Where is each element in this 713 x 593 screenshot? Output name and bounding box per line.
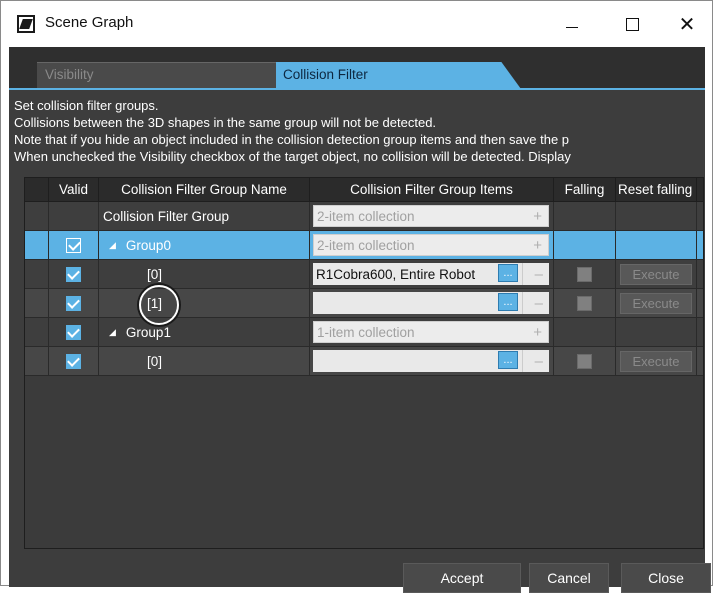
item-index: [0]	[147, 353, 163, 369]
tab-strip: Visibility Collision Filter	[9, 47, 705, 90]
items-value: 1-item collection	[317, 324, 415, 340]
falling-checkbox[interactable]	[577, 266, 592, 282]
close-window-button[interactable]: ✕	[664, 9, 710, 39]
group-name: Collision Filter Group	[103, 208, 230, 224]
dialog-footer: Accept Cancel Close	[9, 557, 711, 593]
item-index: [0]	[147, 266, 163, 282]
description-line: When unchecked the Visibility checkbox o…	[14, 149, 571, 164]
app-icon	[17, 15, 35, 33]
accept-button[interactable]: Accept	[403, 563, 521, 593]
group-name: Group0	[125, 237, 171, 253]
items-value: R1Cobra600, Entire Robot	[316, 266, 476, 282]
tab-collision-filter[interactable]: Collision Filter	[276, 62, 521, 89]
description-line: Collisions between the 3D shapes in the …	[14, 115, 437, 130]
grid-header: Valid Collision Filter Group Name Collis…	[25, 178, 703, 202]
browse-button[interactable]: ...	[498, 351, 518, 369]
dialog-body: Visibility Collision Filter Set collisio…	[9, 47, 711, 593]
falling-checkbox[interactable]	[577, 295, 592, 311]
items-field[interactable]: R1Cobra600, Entire Robot ... –	[313, 263, 549, 285]
header-valid[interactable]: Valid	[49, 178, 99, 201]
add-item-icon[interactable]: +	[533, 324, 542, 341]
valid-checkbox[interactable]	[66, 353, 81, 369]
scene-graph-window: Scene Graph ✕ Visibility Collision Filte…	[0, 0, 713, 593]
minimize-icon	[566, 26, 578, 28]
items-field[interactable]: 1-item collection +	[313, 321, 549, 343]
header-reset-falling[interactable]: Reset falling	[616, 178, 697, 201]
table-row[interactable]: Collision Filter Group 2-item collection…	[25, 202, 703, 231]
valid-checkbox[interactable]	[66, 266, 81, 282]
valid-checkbox[interactable]	[66, 324, 81, 340]
table-row[interactable]: ◢ Group1 1-item collection +	[25, 318, 703, 347]
highlight-callout	[139, 285, 179, 325]
tab-visibility-label: Visibility	[45, 67, 94, 82]
tab-visibility[interactable]: Visibility	[37, 62, 297, 89]
execute-button[interactable]: Execute	[620, 350, 692, 372]
maximize-button[interactable]	[609, 9, 655, 39]
tab-collision-filter-label: Collision Filter	[283, 67, 368, 82]
close-icon: ✕	[678, 12, 696, 36]
browse-button[interactable]: ...	[498, 293, 518, 311]
expand-triangle-icon[interactable]: ◢	[109, 240, 116, 251]
items-field[interactable]: 2-item collection +	[313, 234, 549, 256]
falling-checkbox[interactable]	[577, 353, 592, 369]
add-item-icon[interactable]: +	[533, 208, 542, 225]
header-group-items[interactable]: Collision Filter Group Items	[310, 178, 554, 201]
header-falling[interactable]: Falling	[554, 178, 616, 201]
window-title: Scene Graph	[45, 14, 134, 31]
header-row-selector	[25, 178, 49, 201]
table-row[interactable]: [1] ... – Execute	[25, 289, 703, 318]
execute-button[interactable]: Execute	[620, 292, 692, 314]
remove-item-icon[interactable]: –	[535, 266, 543, 283]
description-line: Note that if you hide an object included…	[14, 132, 570, 147]
add-item-icon[interactable]: +	[533, 237, 542, 254]
valid-checkbox[interactable]	[66, 237, 81, 253]
tab-underline	[9, 88, 705, 90]
browse-button[interactable]: ...	[498, 264, 518, 282]
group-name: Group1	[125, 324, 171, 340]
title-bar[interactable]: Scene Graph ✕	[1, 1, 712, 47]
items-field[interactable]: 2-item collection +	[313, 205, 549, 227]
items-value: 2-item collection	[317, 208, 415, 224]
maximize-icon	[625, 17, 639, 31]
collision-filter-grid: Valid Collision Filter Group Name Collis…	[24, 177, 704, 549]
items-field[interactable]: ... –	[313, 292, 549, 314]
remove-item-icon[interactable]: –	[535, 353, 543, 370]
header-group-name[interactable]: Collision Filter Group Name	[99, 178, 310, 201]
expand-triangle-icon[interactable]: ◢	[109, 327, 116, 338]
table-row[interactable]: ◢ Group0 2-item collection +	[25, 231, 703, 260]
table-row[interactable]: [0] R1Cobra600, Entire Robot ... – Execu…	[25, 260, 703, 289]
remove-item-icon[interactable]: –	[535, 295, 543, 312]
valid-checkbox[interactable]	[66, 295, 81, 311]
items-value: 2-item collection	[317, 237, 415, 253]
table-row[interactable]: [0] ... – Execute	[25, 347, 703, 376]
description-line: Set collision filter groups.	[14, 98, 159, 113]
minimize-button[interactable]	[549, 9, 595, 39]
cancel-button[interactable]: Cancel	[529, 563, 609, 593]
execute-button[interactable]: Execute	[620, 263, 692, 285]
description-text: Set collision filter groups. Collisions …	[14, 97, 704, 165]
close-button[interactable]: Close	[621, 563, 711, 593]
items-field[interactable]: ... –	[313, 350, 549, 372]
